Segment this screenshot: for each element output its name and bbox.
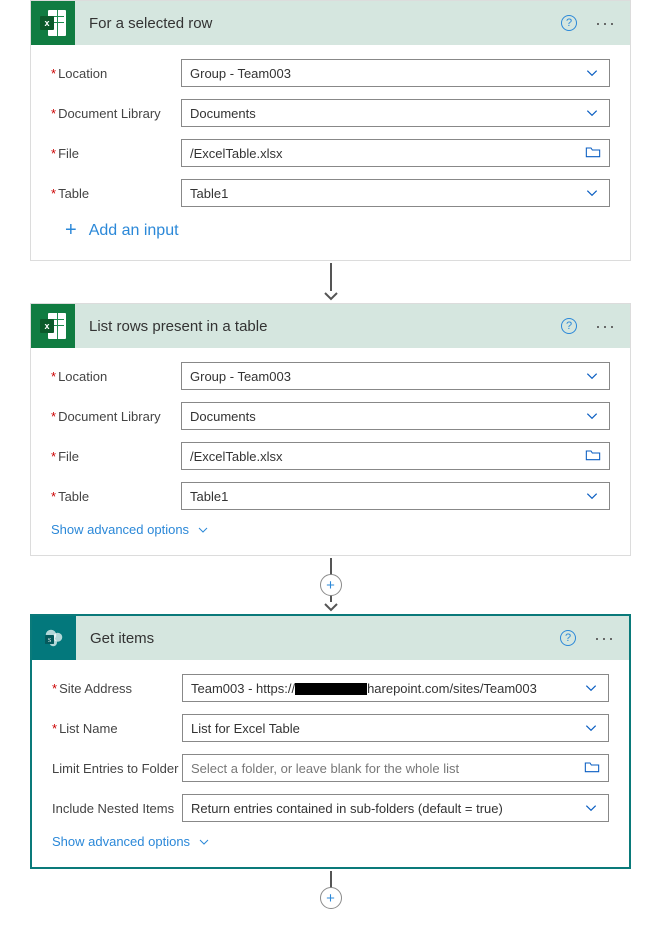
location-dropdown[interactable]: Group - Team003 <box>181 59 610 87</box>
help-icon[interactable]: ? <box>561 15 577 31</box>
add-input-button[interactable]: +Add an input <box>65 219 610 242</box>
card-title: For a selected row <box>75 15 561 32</box>
chevron-down-icon <box>582 721 600 735</box>
chevron-down-icon <box>582 681 600 695</box>
more-icon[interactable]: ··· <box>591 13 620 34</box>
more-icon[interactable]: ··· <box>590 628 619 649</box>
add-step-button[interactable]: + <box>320 887 342 909</box>
list-name-dropdown[interactable]: List for Excel Table <box>182 714 609 742</box>
folder-icon <box>584 760 600 777</box>
site-address-dropdown[interactable]: Team003 - https://harepoint.com/sites/Te… <box>182 674 609 702</box>
chevron-down-icon <box>583 489 601 503</box>
document-library-dropdown[interactable]: Documents <box>181 402 610 430</box>
field-label: Limit Entries to Folder <box>52 761 182 776</box>
help-icon[interactable]: ? <box>560 630 576 646</box>
document-library-dropdown[interactable]: Documents <box>181 99 610 127</box>
field-label: *List Name <box>52 721 182 736</box>
card-for-selected-row: x For a selected row ? ··· *Location Gro… <box>30 0 631 261</box>
field-label: *Document Library <box>51 106 181 121</box>
add-step-button[interactable]: + <box>320 574 342 596</box>
chevron-down-icon <box>583 369 601 383</box>
sharepoint-icon: S <box>32 616 76 660</box>
svg-text:S: S <box>48 638 51 644</box>
card-title: List rows present in a table <box>75 318 561 335</box>
file-picker[interactable]: /ExcelTable.xlsx <box>181 442 610 470</box>
chevron-down-icon <box>582 801 600 815</box>
folder-icon <box>585 145 601 162</box>
location-dropdown[interactable]: Group - Team003 <box>181 362 610 390</box>
excel-icon: x <box>31 1 75 45</box>
flow-arrow <box>30 263 631 301</box>
file-picker[interactable]: /ExcelTable.xlsx <box>181 139 610 167</box>
include-nested-dropdown[interactable]: Return entries contained in sub-folders … <box>182 794 609 822</box>
field-label: *File <box>51 146 181 161</box>
chevron-down-icon <box>583 106 601 120</box>
card-header[interactable]: S Get items ? ··· <box>32 616 629 660</box>
more-icon[interactable]: ··· <box>591 316 620 337</box>
field-label: Include Nested Items <box>52 801 182 816</box>
field-label: *Table <box>51 186 181 201</box>
chevron-down-icon <box>583 186 601 200</box>
limit-folder-picker[interactable]: Select a folder, or leave blank for the … <box>182 754 609 782</box>
field-label: *Location <box>51 369 181 384</box>
excel-icon: x <box>31 304 75 348</box>
chevron-down-icon <box>583 66 601 80</box>
field-label: *Document Library <box>51 409 181 424</box>
card-title: Get items <box>76 630 560 647</box>
show-advanced-options[interactable]: Show advanced options <box>51 522 610 537</box>
redacted-text <box>295 683 367 695</box>
folder-icon <box>585 448 601 465</box>
table-dropdown[interactable]: Table1 <box>181 482 610 510</box>
card-header[interactable]: x List rows present in a table ? ··· <box>31 304 630 348</box>
card-list-rows: x List rows present in a table ? ··· *Lo… <box>30 303 631 556</box>
field-label: *File <box>51 449 181 464</box>
field-label: *Site Address <box>52 681 182 696</box>
card-get-items: S Get items ? ··· *Site Address Team003 … <box>30 614 631 869</box>
field-label: *Location <box>51 66 181 81</box>
help-icon[interactable]: ? <box>561 318 577 334</box>
chevron-down-icon <box>583 409 601 423</box>
site-address-value: Team003 - https://harepoint.com/sites/Te… <box>191 681 582 696</box>
table-dropdown[interactable]: Table1 <box>181 179 610 207</box>
show-advanced-options[interactable]: Show advanced options <box>52 834 609 849</box>
field-label: *Table <box>51 489 181 504</box>
card-header[interactable]: x For a selected row ? ··· <box>31 1 630 45</box>
